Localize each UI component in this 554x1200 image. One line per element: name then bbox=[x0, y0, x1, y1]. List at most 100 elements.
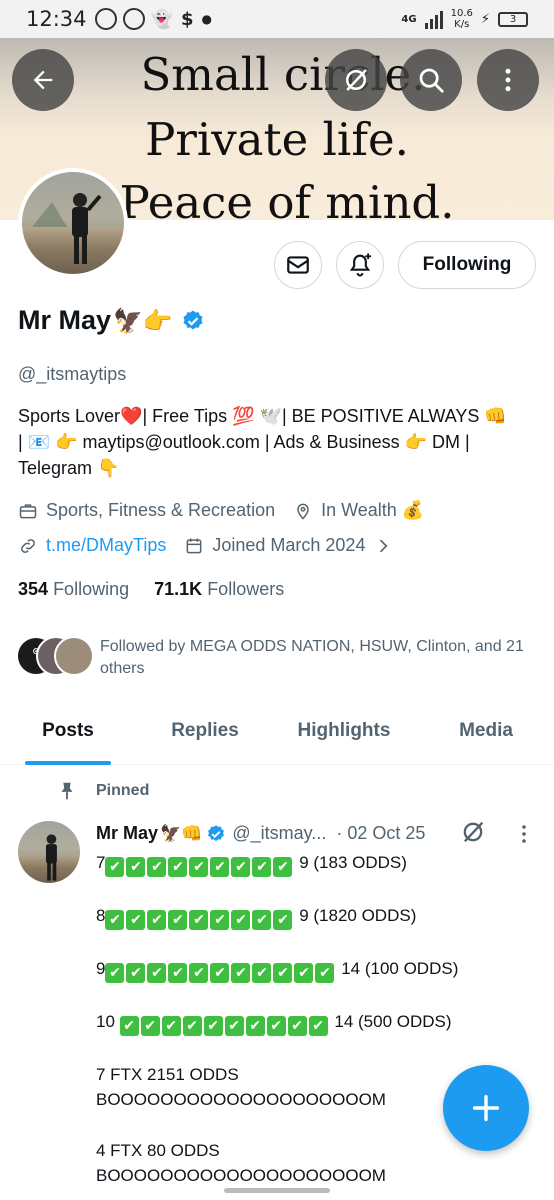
check-mark-icon: ✔ bbox=[287, 1016, 307, 1036]
more-vertical-icon[interactable] bbox=[512, 822, 536, 846]
profile-tabs: Posts Replies Highlights Media bbox=[0, 705, 554, 765]
followed-by-text: Followed by MEGA ODDS NATION, HSUW, Clin… bbox=[100, 638, 524, 677]
follow-counts: 354 Following 71.1K Followers bbox=[18, 579, 284, 600]
signal-icon bbox=[424, 9, 443, 29]
profile-location: In Wealth 💰 bbox=[321, 500, 425, 520]
following-count-link[interactable]: 354 Following bbox=[18, 579, 129, 599]
tweet-line-4: 10 ✔ ✔ ✔ ✔ ✔ ✔ ✔ ✔ ✔ ✔ 14 (500 ODDS) bbox=[96, 1012, 452, 1036]
tweet-author-name[interactable]: Mr May bbox=[96, 823, 158, 844]
check-mark-icon: ✔ bbox=[224, 1016, 244, 1036]
bio-line: | 📧 👉 maytips@outlook.com | Ads & Busine… bbox=[18, 432, 470, 452]
check-mark-icon: ✔ bbox=[266, 1016, 286, 1036]
battery-icon: 3 bbox=[498, 11, 528, 27]
check-mark-icon: ✔ bbox=[140, 1016, 160, 1036]
tweet-line-2: 8 ✔ ✔ ✔ ✔ ✔ ✔ ✔ ✔ ✔ 9 (1820 ODDS) bbox=[96, 906, 417, 930]
active-tab-indicator bbox=[25, 761, 111, 765]
bell-plus-icon bbox=[349, 253, 372, 277]
snapchat-icon: 👻 bbox=[150, 8, 173, 30]
profile-website-link[interactable]: t.me/DMayTips bbox=[46, 535, 166, 556]
check-mark-icon: ✔ bbox=[294, 963, 314, 983]
profile-avatar[interactable] bbox=[18, 168, 128, 278]
display-name: Mr May bbox=[18, 305, 112, 335]
banner-line-2: Private life. bbox=[145, 113, 409, 166]
grok-button[interactable] bbox=[325, 49, 387, 111]
check-mark-icon: ✔ bbox=[308, 1016, 328, 1036]
network-type: 4G bbox=[401, 13, 417, 25]
followed-by-row[interactable]: ⊙ Followed by MEGA ODDS NATION, HSUW, Cl… bbox=[16, 636, 540, 680]
tweet-header: Mr May 🦅👊 @_itsmay... · 02 Oct 25 bbox=[96, 823, 425, 844]
tweet-avatar[interactable] bbox=[18, 821, 80, 883]
profile-meta-row-2: t.me/DMayTips Joined March 2024 bbox=[18, 535, 401, 556]
search-button[interactable] bbox=[400, 49, 462, 111]
tab-replies[interactable]: Replies bbox=[155, 705, 255, 765]
check-mark-icon: ✔ bbox=[126, 910, 146, 930]
message-button[interactable] bbox=[274, 241, 322, 289]
check-mark-icon: ✔ bbox=[315, 963, 335, 983]
check-mark-icon: ✔ bbox=[231, 963, 251, 983]
back-button[interactable] bbox=[12, 49, 74, 111]
profile-meta-row-1: Sports, Fitness & Recreation In Wealth 💰 bbox=[18, 500, 424, 521]
check-mark-icon: ✔ bbox=[168, 857, 188, 877]
bio-line: Telegram 👇 bbox=[18, 458, 120, 478]
status-time: 12:34 bbox=[26, 7, 87, 31]
display-name-row: Mr May 🦅👉 bbox=[18, 305, 205, 336]
check-mark-icon: ✔ bbox=[105, 857, 125, 877]
notifications-button[interactable] bbox=[336, 241, 384, 289]
tweet-author-handle: @_itsmay... bbox=[232, 823, 327, 843]
tab-media[interactable]: Media bbox=[440, 705, 532, 765]
more-options-button[interactable] bbox=[477, 49, 539, 111]
pinned-label-row: Pinned bbox=[56, 780, 149, 802]
arrow-left-icon bbox=[33, 70, 53, 90]
calendar-icon bbox=[186, 538, 202, 553]
app-s-icon: $ bbox=[180, 8, 194, 30]
following-button[interactable]: Following bbox=[398, 241, 536, 289]
check-mark-icon: ✔ bbox=[161, 1016, 181, 1036]
check-mark-icon: ✔ bbox=[203, 1016, 223, 1036]
check-mark-icon: ✔ bbox=[168, 963, 188, 983]
check-mark-icon: ✔ bbox=[147, 857, 167, 877]
search-icon bbox=[419, 68, 444, 93]
check-mark-icon: ✔ bbox=[210, 857, 230, 877]
dot-icon: ● bbox=[201, 12, 212, 26]
tweet-line-1: 7 ✔ ✔ ✔ ✔ ✔ ✔ ✔ ✔ ✔ 9 (183 ODDS) bbox=[96, 853, 407, 877]
check-mark-icon: ✔ bbox=[210, 963, 230, 983]
verified-badge-icon bbox=[208, 824, 225, 841]
chevron-right-icon[interactable] bbox=[373, 536, 393, 556]
pin-icon bbox=[61, 782, 73, 800]
tweet-name-emoji: 🦅👊 bbox=[160, 823, 203, 844]
verified-badge-icon[interactable] bbox=[181, 309, 205, 333]
check-mark-icon: ✔ bbox=[189, 910, 209, 930]
tweet-boom-2: BOOOOOOOOOOOOOOOOOOOOM bbox=[96, 1166, 386, 1185]
profile-handle: @_itsmaytips bbox=[18, 364, 127, 384]
location-pin-icon bbox=[297, 503, 309, 520]
follower-avatar-3 bbox=[54, 636, 94, 676]
check-mark-icon: ✔ bbox=[231, 857, 251, 877]
check-mark-icon: ✔ bbox=[189, 963, 209, 983]
briefcase-icon bbox=[19, 503, 37, 518]
grok-icon bbox=[346, 69, 367, 91]
more-vertical-icon bbox=[505, 68, 511, 92]
check-mark-icon: ✔ bbox=[182, 1016, 202, 1036]
tab-posts[interactable]: Posts bbox=[18, 705, 118, 765]
check-mark-icon: ✔ bbox=[147, 910, 167, 930]
home-indicator[interactable] bbox=[224, 1188, 330, 1193]
status-bar: 12:34 👻 $ ● 4G 10.6 K/s ⚡ 3 bbox=[0, 0, 554, 38]
check-mark-icon: ✔ bbox=[273, 857, 293, 877]
check-mark-icon: ✔ bbox=[252, 963, 272, 983]
check-mark-icon: ✔ bbox=[119, 1016, 139, 1036]
check-mark-icon: ✔ bbox=[105, 910, 125, 930]
envelope-icon bbox=[287, 256, 309, 274]
check-mark-icon: ✔ bbox=[147, 963, 167, 983]
grok-icon[interactable] bbox=[459, 818, 487, 846]
check-mark-icon: ✔ bbox=[126, 857, 146, 877]
whatsapp-icon bbox=[94, 8, 117, 30]
followers-count-link[interactable]: 71.1K Followers bbox=[154, 579, 284, 599]
check-mark-icon: ✔ bbox=[273, 910, 293, 930]
avatar-image bbox=[22, 172, 124, 274]
check-mark-icon: ✔ bbox=[252, 910, 272, 930]
whatsapp-business-icon bbox=[122, 8, 145, 30]
pinned-label: Pinned bbox=[96, 782, 150, 799]
tab-highlights[interactable]: Highlights bbox=[284, 705, 404, 765]
check-mark-icon: ✔ bbox=[210, 910, 230, 930]
compose-post-button[interactable] bbox=[443, 1065, 529, 1151]
